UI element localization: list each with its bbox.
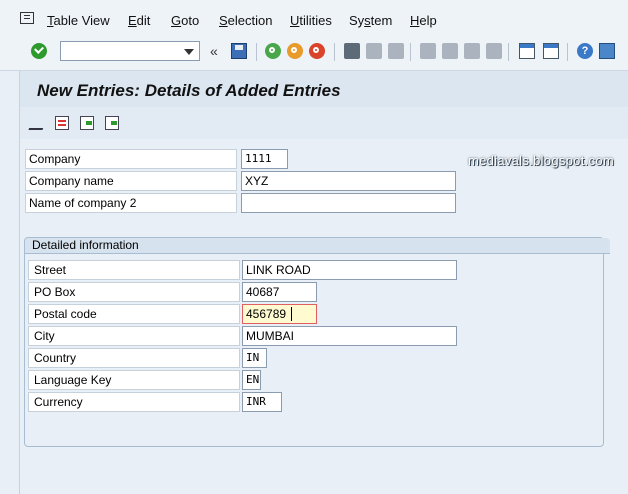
company-input[interactable]: 1111 bbox=[241, 149, 288, 169]
currency-input[interactable]: INR bbox=[242, 392, 282, 412]
detailed-information-group: Detailed information Street LINK ROAD PO… bbox=[24, 237, 610, 447]
menu-icon[interactable] bbox=[20, 12, 34, 24]
cancel-icon[interactable] bbox=[309, 43, 325, 59]
previous-entry-icon[interactable] bbox=[80, 116, 94, 130]
menu-help[interactable]: Help bbox=[410, 13, 437, 28]
separator bbox=[567, 43, 568, 61]
separator bbox=[508, 43, 509, 61]
create-shortcut-icon[interactable] bbox=[543, 43, 559, 59]
find-next-icon bbox=[388, 43, 404, 59]
company-label: Company bbox=[25, 149, 237, 169]
command-field[interactable] bbox=[60, 41, 200, 61]
city-input[interactable]: MUMBAI bbox=[242, 326, 457, 346]
help-icon[interactable]: ? bbox=[577, 43, 593, 59]
next-entry-icon[interactable] bbox=[105, 116, 119, 130]
po-box-input[interactable]: 40687 bbox=[242, 282, 317, 302]
language-key-input[interactable]: EN bbox=[242, 370, 261, 390]
display-change-icon[interactable] bbox=[28, 116, 48, 130]
menu-selection[interactable]: Selection bbox=[219, 13, 272, 28]
enter-check-icon[interactable] bbox=[31, 43, 47, 59]
main-content: New Entries: Details of Added Entries me… bbox=[19, 71, 628, 494]
country-label: Country bbox=[28, 348, 240, 368]
menu-system[interactable]: System bbox=[349, 13, 392, 28]
page-title: New Entries: Details of Added Entries bbox=[37, 81, 341, 100]
group-title: Detailed information bbox=[25, 238, 610, 254]
last-page-icon bbox=[486, 43, 502, 59]
next-page-icon bbox=[464, 43, 480, 59]
layout-menu-icon[interactable] bbox=[599, 43, 615, 59]
collapse-icon[interactable]: « bbox=[210, 43, 218, 59]
company-name-label: Company name bbox=[25, 171, 237, 191]
postal-code-value: 456789 bbox=[246, 307, 287, 321]
menu-table-view[interactable]: Table View bbox=[47, 13, 110, 28]
back-icon[interactable] bbox=[265, 43, 281, 59]
delete-icon[interactable] bbox=[55, 116, 69, 130]
left-strip bbox=[0, 71, 19, 494]
menu-bar: Table View Edit Goto Selection Utilities… bbox=[0, 0, 628, 34]
save-icon[interactable] bbox=[231, 43, 247, 59]
menu-goto[interactable]: Goto bbox=[171, 13, 199, 28]
menu-utilities[interactable]: Utilities bbox=[290, 13, 332, 28]
currency-label: Currency bbox=[28, 392, 240, 412]
language-key-label: Language Key bbox=[28, 370, 240, 390]
print-icon[interactable] bbox=[344, 43, 360, 59]
city-label: City bbox=[28, 326, 240, 346]
separator bbox=[256, 43, 257, 61]
previous-page-icon bbox=[442, 43, 458, 59]
postal-code-label: Postal code bbox=[28, 304, 240, 324]
application-toolbar: mediavals.blogspot.com bbox=[20, 107, 628, 168]
first-page-icon bbox=[420, 43, 436, 59]
separator bbox=[334, 43, 335, 61]
company-name-input[interactable]: XYZ bbox=[241, 171, 456, 191]
po-box-label: PO Box bbox=[28, 282, 240, 302]
text-cursor bbox=[291, 307, 292, 321]
company2-label: Name of company 2 bbox=[25, 193, 237, 213]
street-input[interactable]: LINK ROAD bbox=[242, 260, 457, 280]
exit-icon[interactable] bbox=[287, 43, 303, 59]
company2-input[interactable] bbox=[241, 193, 456, 213]
create-session-icon[interactable] bbox=[519, 43, 535, 59]
find-icon bbox=[366, 43, 382, 59]
watermark: mediavals.blogspot.com bbox=[467, 153, 614, 168]
street-label: Street bbox=[28, 260, 240, 280]
standard-toolbar: « ? bbox=[0, 34, 628, 71]
chevron-down-icon[interactable] bbox=[184, 49, 194, 55]
menu-edit[interactable]: Edit bbox=[128, 13, 150, 28]
country-input[interactable]: IN bbox=[242, 348, 267, 368]
title-bar: New Entries: Details of Added Entries bbox=[20, 71, 628, 107]
postal-code-input[interactable]: 456789 bbox=[242, 304, 317, 324]
separator bbox=[410, 43, 411, 61]
